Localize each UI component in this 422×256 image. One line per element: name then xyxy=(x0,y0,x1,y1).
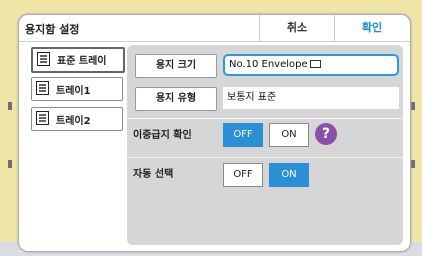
paper-type-value: 보통지 표준 xyxy=(223,87,399,109)
background-edge-handle-right xyxy=(411,102,415,110)
double-feed-off-button[interactable]: OFF xyxy=(223,123,263,147)
envelope-icon xyxy=(309,60,321,68)
help-icon[interactable]: ? xyxy=(315,123,337,145)
tray-list-icon xyxy=(36,81,49,95)
background-edge-handle-right-2 xyxy=(411,160,415,168)
tray-settings-panel: 용지 크기 No.10 Envelope 용지 유형 보통지 표준 이중급지 확… xyxy=(127,45,403,245)
tray-list-icon xyxy=(36,111,49,125)
dialog-title: 용지함 설정 xyxy=(25,23,80,36)
tray-item-standard[interactable]: 표준 트레이 xyxy=(31,47,125,73)
tray-item-label: 트레이2 xyxy=(56,116,91,127)
auto-select-on-button[interactable]: ON xyxy=(269,163,309,187)
double-feed-on-button[interactable]: ON xyxy=(269,123,309,147)
paper-size-value[interactable]: No.10 Envelope xyxy=(223,54,399,76)
tray-item-label: 표준 트레이 xyxy=(57,56,107,67)
divider xyxy=(127,118,403,119)
background-edge-handle-left-2 xyxy=(8,160,12,168)
cancel-button[interactable]: 취소 xyxy=(259,15,334,41)
double-feed-label: 이중급지 확인 xyxy=(133,130,192,141)
divider xyxy=(127,157,403,158)
tray-list-icon xyxy=(37,52,50,66)
auto-select-off-button[interactable]: OFF xyxy=(223,163,263,187)
paper-type-button[interactable]: 용지 유형 xyxy=(135,87,217,111)
confirm-button[interactable]: 확인 xyxy=(334,15,409,41)
dialog-header: 용지함 설정 취소 확인 xyxy=(19,15,410,42)
tray-item-tray2[interactable]: 트레이2 xyxy=(31,107,123,131)
paper-size-text: No.10 Envelope xyxy=(229,59,308,70)
background-edge-handle-left xyxy=(8,102,12,110)
tray-settings-dialog: 용지함 설정 취소 확인 표준 트레이 트레이1 트레이2 용지 크기 No.1… xyxy=(18,14,411,252)
tray-item-tray1[interactable]: 트레이1 xyxy=(31,77,123,101)
auto-select-label: 자동 선택 xyxy=(133,169,174,180)
tray-item-label: 트레이1 xyxy=(56,86,91,97)
paper-size-button[interactable]: 용지 크기 xyxy=(135,54,217,78)
